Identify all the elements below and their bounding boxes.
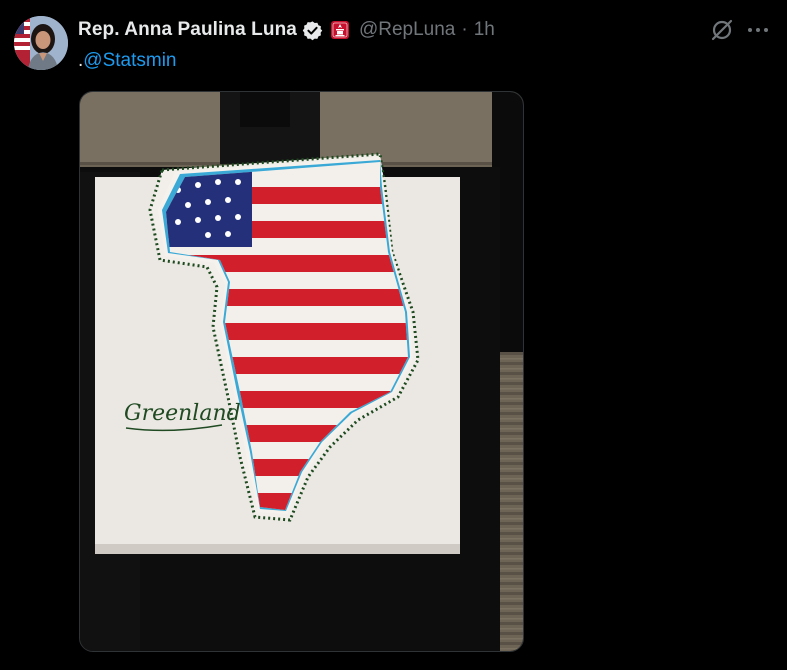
us-house-badge-icon[interactable]: [330, 20, 350, 40]
separator-dot: ·: [461, 19, 468, 40]
author-handle[interactable]: @RepLuna: [359, 19, 455, 41]
verified-check-icon: [302, 20, 323, 41]
tweet-header: Rep. Anna Paulina Luna @RepLuna · 1h: [78, 17, 495, 43]
mention-link[interactable]: @Statsmin: [83, 50, 176, 71]
tweet-text: .@Statsmin: [78, 50, 176, 72]
avatar[interactable]: [14, 16, 68, 70]
cake-photo-image: Greenland: [80, 92, 523, 651]
more-dots-icon[interactable]: [745, 17, 771, 43]
author-name[interactable]: Rep. Anna Paulina Luna: [78, 19, 297, 41]
grok-icon[interactable]: [709, 17, 735, 43]
tweet-photo[interactable]: Greenland: [79, 91, 524, 652]
cake-inscription: Greenland: [124, 401, 241, 426]
avatar-image: [14, 16, 68, 70]
timestamp[interactable]: 1h: [474, 19, 495, 41]
